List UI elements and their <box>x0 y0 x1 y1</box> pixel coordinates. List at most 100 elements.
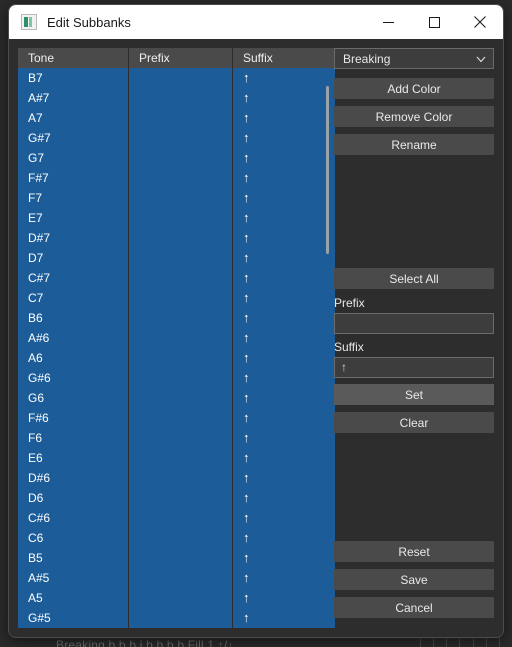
cell-prefix <box>128 428 232 448</box>
table-row[interactable]: A#5 ↑ <box>18 568 335 588</box>
cell-suffix: ↑ <box>232 88 335 108</box>
cell-tone: D7 <box>28 251 44 265</box>
table-row[interactable]: C#7 ↑ <box>18 268 335 288</box>
table-row[interactable]: D7 ↑ <box>18 248 335 268</box>
cell-tone: A#6 <box>28 331 50 345</box>
cell-tone: F6 <box>28 431 43 445</box>
table-row[interactable]: B7 ↑ <box>18 68 335 88</box>
set-button[interactable]: Set <box>334 384 494 405</box>
clear-button[interactable]: Clear <box>334 412 494 433</box>
list-scrollbar[interactable] <box>326 68 329 628</box>
cell-tone: G#5 <box>28 611 51 625</box>
rename-button[interactable]: Rename <box>334 134 494 155</box>
add-color-button[interactable]: Add Color <box>334 78 494 99</box>
window-title: Edit Subbanks <box>47 14 131 30</box>
cell-prefix <box>128 548 232 568</box>
table-row[interactable]: F#7 ↑ <box>18 168 335 188</box>
title-bar[interactable]: Edit Subbanks <box>9 5 503 39</box>
list-scrollbar-thumb[interactable] <box>326 86 329 254</box>
table-row[interactable]: A#6 ↑ <box>18 328 335 348</box>
table-row[interactable]: G#5 ↑ <box>18 608 335 628</box>
select-all-button[interactable]: Select All <box>334 268 494 289</box>
cell-suffix: ↑ <box>232 128 335 148</box>
cell-tone: A7 <box>28 111 43 125</box>
cell-suffix: ↑ <box>232 148 335 168</box>
prefix-field-label: Prefix <box>334 296 365 310</box>
cell-prefix <box>128 108 232 128</box>
cell-prefix <box>128 308 232 328</box>
table-row[interactable]: D6 ↑ <box>18 488 335 508</box>
cell-tone: A6 <box>28 351 43 365</box>
cell-prefix <box>128 408 232 428</box>
table-row[interactable]: F7 ↑ <box>18 188 335 208</box>
cell-tone: F7 <box>28 191 43 205</box>
suffix-input[interactable]: ↑ <box>334 357 494 378</box>
table-row[interactable]: A5 ↑ <box>18 588 335 608</box>
table-row[interactable]: E6 ↑ <box>18 448 335 468</box>
cell-tone: E7 <box>28 211 43 225</box>
table-row[interactable]: F#6 ↑ <box>18 408 335 428</box>
cell-suffix: ↑ <box>232 508 335 528</box>
table-row[interactable]: D#7 ↑ <box>18 228 335 248</box>
table-row[interactable]: G7 ↑ <box>18 148 335 168</box>
table-row[interactable]: B5 ↑ <box>18 548 335 568</box>
minimize-icon[interactable] <box>365 5 411 39</box>
table-row[interactable]: G6 ↑ <box>18 388 335 408</box>
table-row[interactable]: E7 ↑ <box>18 208 335 228</box>
table-row[interactable]: D#6 ↑ <box>18 468 335 488</box>
cell-suffix: ↑ <box>232 268 335 288</box>
suffix-field-label: Suffix <box>334 340 364 354</box>
cell-prefix <box>128 128 232 148</box>
cell-suffix: ↑ <box>232 108 335 128</box>
side-panel-spacer-bottom <box>334 440 494 541</box>
table-row[interactable]: G#6 ↑ <box>18 368 335 388</box>
cell-suffix: ↑ <box>232 588 335 608</box>
cell-suffix: ↑ <box>232 388 335 408</box>
cell-tone: D6 <box>28 491 44 505</box>
table-row[interactable]: A6 ↑ <box>18 348 335 368</box>
cell-suffix: ↑ <box>232 608 335 628</box>
cell-suffix: ↑ <box>232 528 335 548</box>
column-header-tone[interactable]: Tone <box>18 48 128 68</box>
cell-tone: C#6 <box>28 511 51 525</box>
table-row[interactable]: C#6 ↑ <box>18 508 335 528</box>
table-row[interactable]: G#7 ↑ <box>18 128 335 148</box>
prefix-input[interactable] <box>334 313 494 334</box>
cell-prefix <box>128 468 232 488</box>
cell-prefix <box>128 288 232 308</box>
cell-prefix <box>128 268 232 288</box>
cell-tone: F#7 <box>28 171 49 185</box>
table-row[interactable]: A#7 ↑ <box>18 88 335 108</box>
app-icon <box>21 14 37 30</box>
reset-button[interactable]: Reset <box>334 541 494 562</box>
cell-tone: C#7 <box>28 271 51 285</box>
cell-prefix <box>128 228 232 248</box>
side-panel-spacer-top <box>334 162 494 268</box>
side-panel: Breaking Add Color Remove Color Rename S… <box>334 48 494 628</box>
cell-prefix <box>128 388 232 408</box>
cell-tone: C7 <box>28 291 44 305</box>
cell-suffix: ↑ <box>232 348 335 368</box>
cell-prefix <box>128 168 232 188</box>
table-row[interactable]: C6 ↑ <box>18 528 335 548</box>
remove-color-button[interactable]: Remove Color <box>334 106 494 127</box>
window-controls <box>365 5 503 39</box>
cell-prefix <box>128 68 232 88</box>
table-body[interactable]: B7 ↑ A#7 ↑ A7 ↑ G#7 ↑ G7 ↑ F#7 ↑ F7 ↑ E7 ↑ D#7 ↑ D7 ↑ C#7 ↑ C7… <box>18 68 335 628</box>
cell-prefix <box>128 448 232 468</box>
color-select-dropdown[interactable]: Breaking <box>334 48 494 69</box>
close-icon[interactable] <box>457 5 503 39</box>
cancel-button[interactable]: Cancel <box>334 597 494 618</box>
desktop-background-text: Breaking b b b i b b b b Fill 1 ↑/↓ <box>56 638 234 647</box>
cell-tone: C6 <box>28 531 44 545</box>
column-header-prefix[interactable]: Prefix <box>128 48 232 68</box>
table-row[interactable]: C7 ↑ <box>18 288 335 308</box>
table-row[interactable]: A7 ↑ <box>18 108 335 128</box>
cell-tone: B6 <box>28 311 43 325</box>
table-row[interactable]: B6 ↑ <box>18 308 335 328</box>
maximize-icon[interactable] <box>411 5 457 39</box>
save-button[interactable]: Save <box>334 569 494 590</box>
column-header-suffix[interactable]: Suffix <box>232 48 335 68</box>
cell-prefix <box>128 208 232 228</box>
table-row[interactable]: F6 ↑ <box>18 428 335 448</box>
